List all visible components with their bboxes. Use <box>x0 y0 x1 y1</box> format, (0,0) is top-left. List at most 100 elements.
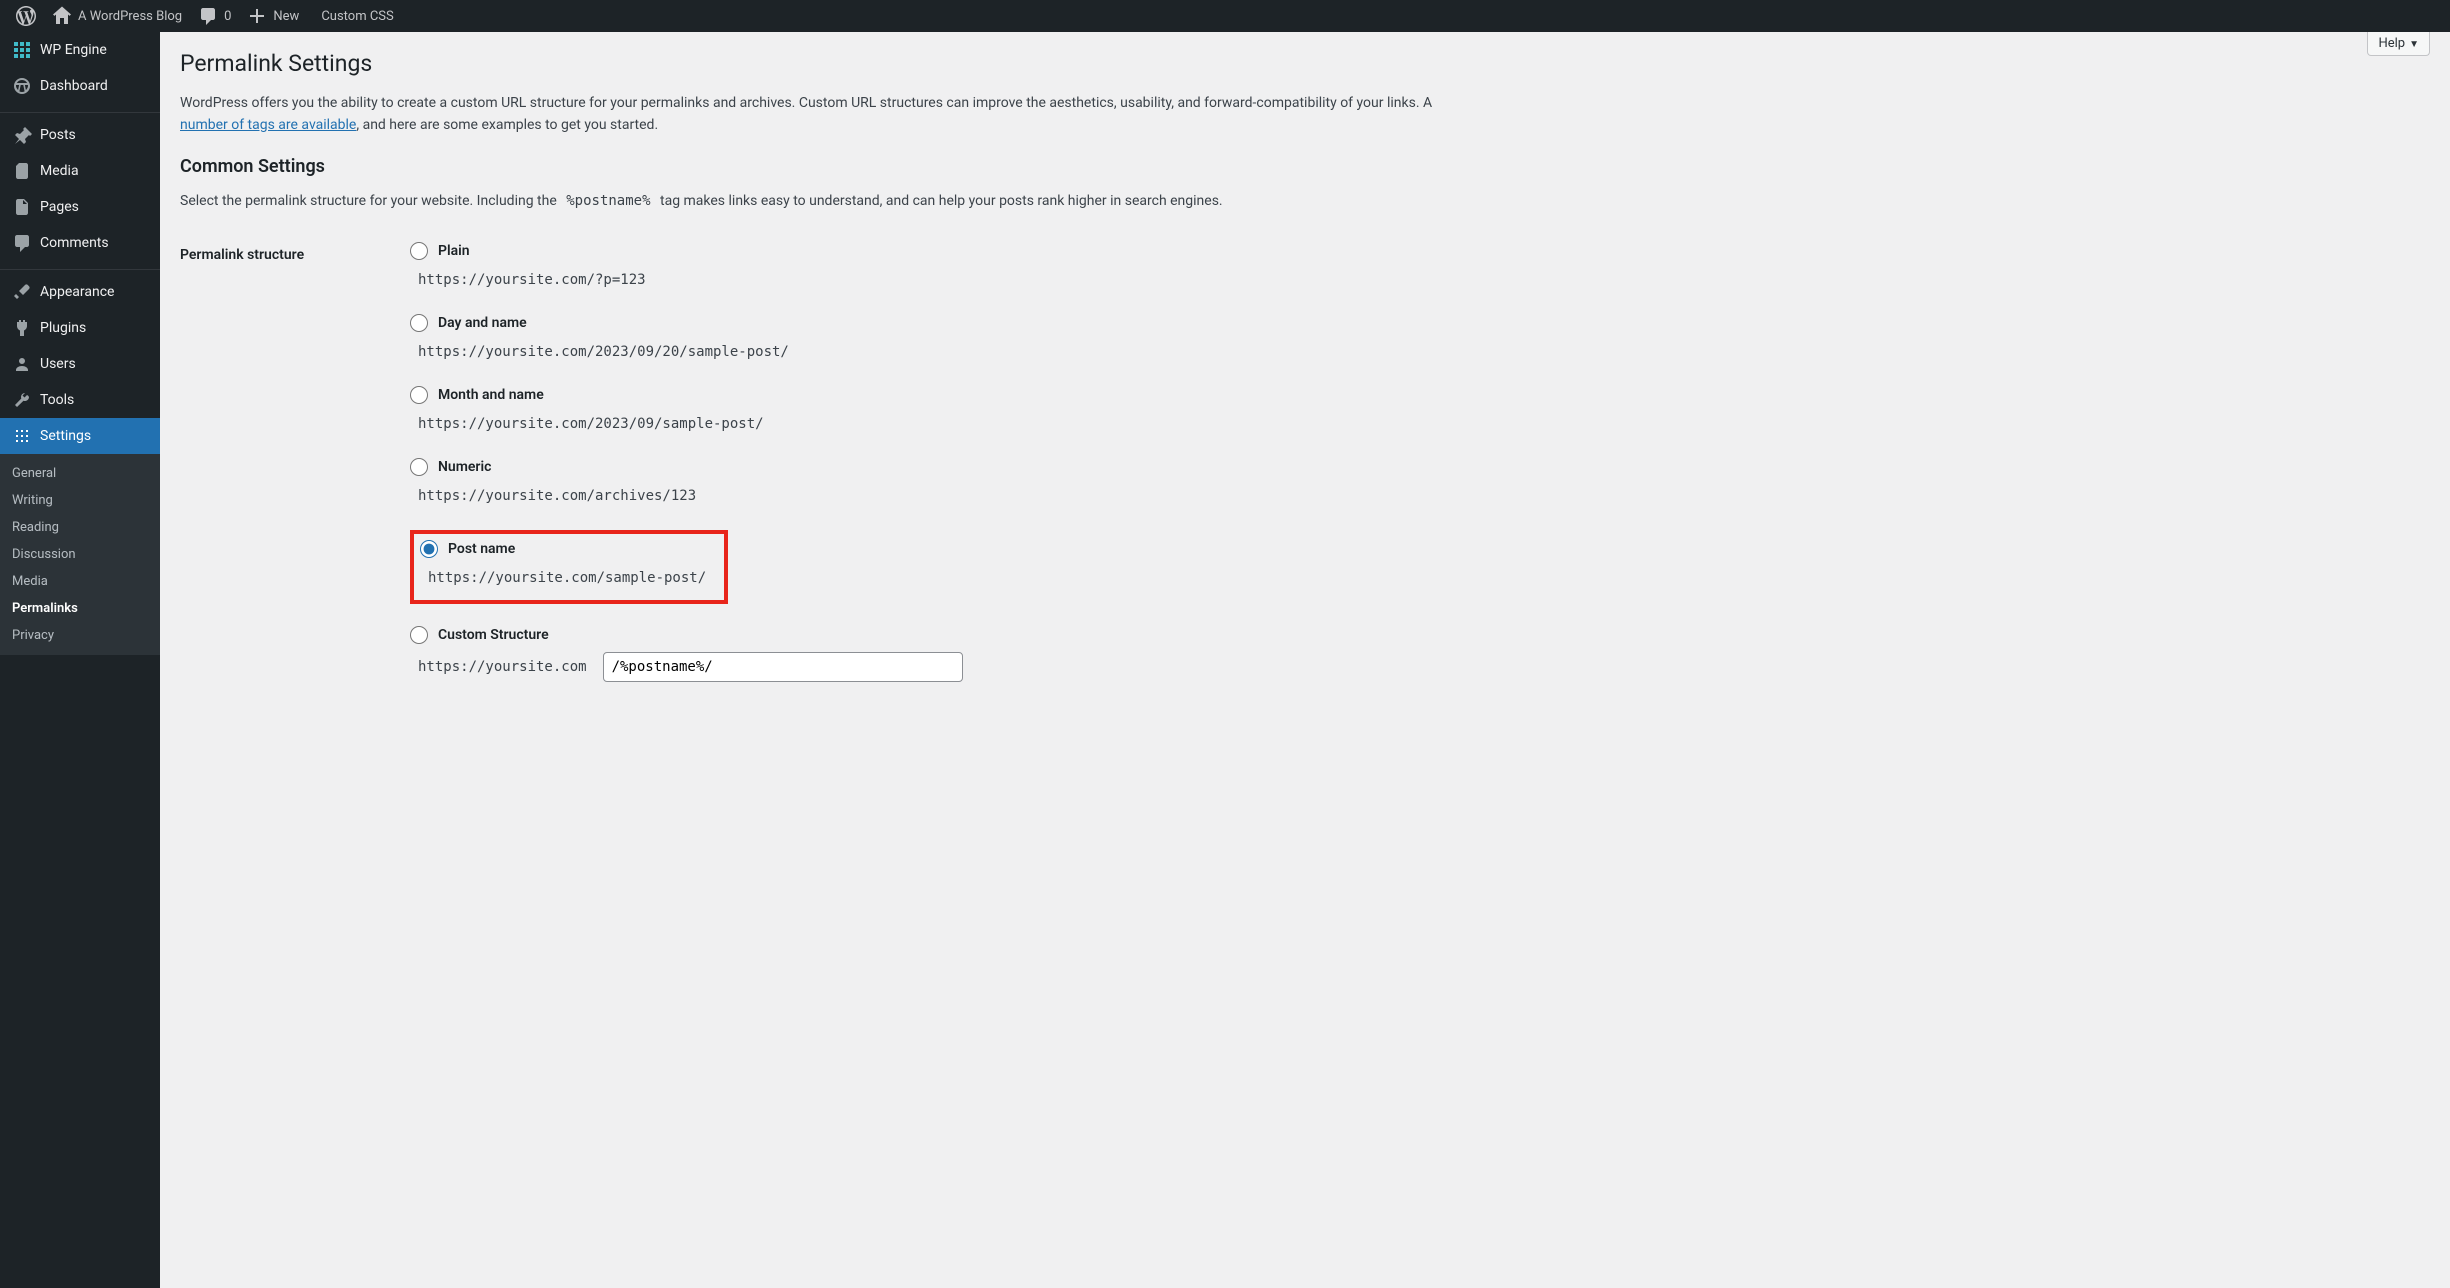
sidebar-item-label: Settings <box>40 428 91 444</box>
option-label: Post name <box>448 541 515 557</box>
home-icon <box>52 6 72 26</box>
sidebar-item-label: Tools <box>40 392 74 408</box>
wp-logo-menu[interactable] <box>8 0 44 32</box>
sidebar-item-plugins[interactable]: Plugins <box>0 310 160 346</box>
sidebar-item-pages[interactable]: Pages <box>0 189 160 225</box>
appearance-icon <box>12 282 32 302</box>
option-numeric: Numeric https://yoursite.com/archives/12… <box>410 458 2420 508</box>
common-settings-heading: Common Settings <box>180 156 2430 177</box>
sidebar-item-label: Media <box>40 163 79 179</box>
intro-text-b: , and here are some examples to get you … <box>356 117 658 133</box>
sidebar-item-label: Dashboard <box>40 78 108 94</box>
settings-submenu: General Writing Reading Discussion Media… <box>0 454 160 655</box>
menu-separator <box>0 108 160 113</box>
sidebar-item-label: Plugins <box>40 320 86 336</box>
radio-numeric[interactable] <box>410 458 428 476</box>
settings-icon <box>12 426 32 446</box>
admin-bar: A WordPress Blog 0 New Custom CSS <box>0 0 2450 32</box>
pushpin-icon <box>12 125 32 145</box>
dashboard-icon <box>12 76 32 96</box>
sidebar-item-label: Comments <box>40 235 109 251</box>
sidebar-item-label: Appearance <box>40 284 114 300</box>
radio-plain[interactable] <box>410 242 428 260</box>
tools-icon <box>12 390 32 410</box>
option-label: Custom Structure <box>438 627 549 643</box>
sidebar-item-users[interactable]: Users <box>0 346 160 382</box>
sidebar-item-tools[interactable]: Tools <box>0 382 160 418</box>
option-plain: Plain https://yoursite.com/?p=123 <box>410 242 2420 292</box>
submenu-media[interactable]: Media <box>0 568 160 595</box>
pages-icon <box>12 197 32 217</box>
option-label: Numeric <box>438 459 491 475</box>
help-label: Help <box>2378 36 2405 51</box>
option-example: https://yoursite.com/archives/123 <box>410 484 704 508</box>
sidebar-item-media[interactable]: Media <box>0 153 160 189</box>
chevron-down-icon: ▼ <box>2409 39 2419 50</box>
radio-month-name[interactable] <box>410 386 428 404</box>
option-label: Day and name <box>438 315 527 331</box>
option-custom-label[interactable]: Custom Structure <box>410 626 2420 644</box>
submenu-discussion[interactable]: Discussion <box>0 541 160 568</box>
permalink-structure-label: Permalink structure <box>180 227 400 719</box>
custom-css-menu[interactable]: Custom CSS <box>307 0 401 32</box>
sidebar-item-label: WP Engine <box>40 42 107 58</box>
sidebar-item-dashboard[interactable]: Dashboard <box>0 68 160 104</box>
comments-menu[interactable]: 0 <box>190 0 239 32</box>
submenu-general[interactable]: General <box>0 460 160 487</box>
submenu-reading[interactable]: Reading <box>0 514 160 541</box>
page-title: Permalink Settings <box>180 50 2430 77</box>
postname-tag: %postname% <box>560 191 656 211</box>
option-example: https://yoursite.com/2023/09/sample-post… <box>410 412 772 436</box>
plugins-icon <box>12 318 32 338</box>
help-tab[interactable]: Help ▼ <box>2367 32 2430 56</box>
tags-available-link[interactable]: number of tags are available <box>180 117 356 133</box>
comments-icon <box>12 233 32 253</box>
highlighted-option: Post name https://yoursite.com/sample-po… <box>410 530 728 604</box>
radio-post-name[interactable] <box>420 540 438 558</box>
common-text-a: Select the permalink structure for your … <box>180 193 560 209</box>
custom-prefix: https://yoursite.com <box>410 655 595 679</box>
option-month-name-label[interactable]: Month and name <box>410 386 2420 404</box>
site-home-menu[interactable]: A WordPress Blog <box>44 0 190 32</box>
custom-structure-input[interactable] <box>603 652 963 682</box>
sidebar-item-label: Users <box>40 356 76 372</box>
sidebar-item-label: Posts <box>40 127 76 143</box>
option-day-name: Day and name https://yoursite.com/2023/0… <box>410 314 2420 364</box>
radio-day-name[interactable] <box>410 314 428 332</box>
option-example: https://yoursite.com/?p=123 <box>410 268 654 292</box>
sidebar-item-wpengine[interactable]: WP Engine <box>0 32 160 68</box>
option-day-name-label[interactable]: Day and name <box>410 314 2420 332</box>
option-label: Plain <box>438 243 470 259</box>
sidebar-item-label: Pages <box>40 199 79 215</box>
intro-text-a: WordPress offers you the ability to crea… <box>180 95 1432 111</box>
option-plain-label[interactable]: Plain <box>410 242 2420 260</box>
option-example: https://yoursite.com/sample-post/ <box>420 566 714 590</box>
sidebar-item-appearance[interactable]: Appearance <box>0 274 160 310</box>
permalink-form-table: Permalink structure Plain https://yoursi… <box>180 227 2430 719</box>
submenu-permalinks[interactable]: Permalinks <box>0 595 160 622</box>
option-post-name-label[interactable]: Post name <box>420 540 714 558</box>
option-post-name: Post name https://yoursite.com/sample-po… <box>420 540 714 590</box>
option-numeric-label[interactable]: Numeric <box>410 458 2420 476</box>
intro-paragraph: WordPress offers you the ability to crea… <box>180 93 1440 136</box>
submenu-writing[interactable]: Writing <box>0 487 160 514</box>
site-name: A WordPress Blog <box>78 9 182 24</box>
plus-icon <box>247 6 267 26</box>
admin-sidebar: WP Engine Dashboard Posts Media Pages Co… <box>0 32 160 1288</box>
sidebar-item-posts[interactable]: Posts <box>0 117 160 153</box>
comments-count: 0 <box>224 9 231 24</box>
option-custom: Custom Structure https://yoursite.com <box>410 626 2420 682</box>
page-content: Help ▼ Permalink Settings WordPress offer… <box>160 32 2450 1288</box>
option-label: Month and name <box>438 387 544 403</box>
sidebar-item-comments[interactable]: Comments <box>0 225 160 261</box>
radio-custom[interactable] <box>410 626 428 644</box>
comment-icon <box>198 6 218 26</box>
custom-css-label: Custom CSS <box>321 9 393 24</box>
sidebar-item-settings[interactable]: Settings <box>0 418 160 454</box>
submenu-privacy[interactable]: Privacy <box>0 622 160 649</box>
new-content-menu[interactable]: New <box>239 0 307 32</box>
option-example: https://yoursite.com/2023/09/20/sample-p… <box>410 340 797 364</box>
common-settings-text: Select the permalink structure for your … <box>180 191 1440 213</box>
wpengine-icon <box>12 40 32 60</box>
new-label: New <box>273 9 299 24</box>
